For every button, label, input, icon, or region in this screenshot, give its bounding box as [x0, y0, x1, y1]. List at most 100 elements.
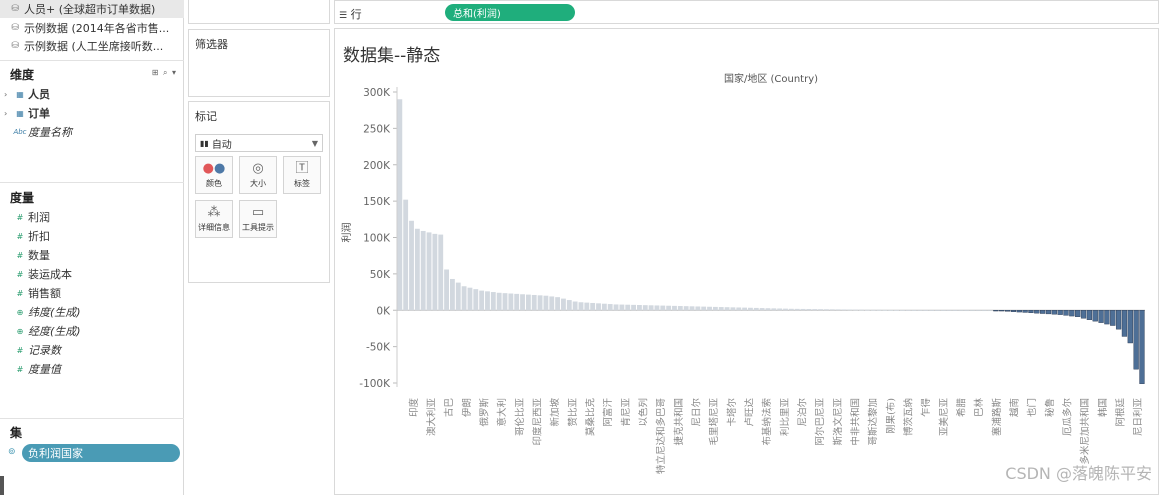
color-label: 颜色: [206, 178, 222, 188]
x-category-label: 卡塔尔: [726, 398, 738, 427]
pages-shelf[interactable]: [188, 0, 330, 24]
field-label: 人员: [28, 88, 50, 101]
bar: [812, 309, 818, 311]
datasource-label: 示例数据 (2014年各省市售...: [24, 22, 170, 35]
bar: [911, 310, 917, 311]
chevron-down-icon: ▼: [311, 138, 318, 148]
measure-field[interactable]: # 利润: [4, 208, 50, 226]
bar: [1075, 310, 1081, 317]
y-tick-label: -100K: [359, 378, 391, 390]
bar: [496, 292, 502, 311]
bar: [449, 278, 455, 311]
measure-field[interactable]: # 数量: [4, 246, 50, 264]
x-category-label: 俄罗斯: [479, 398, 491, 427]
bar: [648, 305, 654, 311]
bar: [829, 309, 835, 311]
bar: [403, 199, 409, 311]
color-button[interactable]: ●● 颜色: [195, 156, 233, 194]
x-category-label: 刚果(布): [885, 398, 897, 434]
measure-field[interactable]: # 记录数: [4, 341, 61, 359]
rows-pill-sum-profit[interactable]: 总和(利润): [445, 4, 575, 21]
rows-icon: ☰: [339, 11, 348, 21]
bar: [771, 308, 777, 311]
measure-field[interactable]: ⊕ 经度(生成): [4, 322, 81, 340]
measure-field[interactable]: # 度量值: [4, 360, 61, 378]
detail-button[interactable]: ⁂ 详细信息: [195, 200, 233, 238]
bar: [596, 303, 601, 311]
x-category-label: 哥伦比亚: [514, 398, 526, 437]
rows-shelf[interactable]: ☰ 行 总和(利润): [334, 0, 1159, 24]
filters-card[interactable]: 筛选器: [188, 29, 330, 97]
bar: [718, 307, 724, 311]
bar: [1063, 310, 1069, 316]
bar: [432, 233, 438, 311]
divider: [0, 418, 184, 419]
bar: [473, 289, 479, 311]
field-label: 装运成本: [28, 268, 72, 281]
watermark: CSDN @落魄陈平安: [1005, 464, 1152, 483]
x-category-label: 新加坡: [549, 398, 561, 427]
rows-shelf-label: ☰ 行: [339, 6, 362, 22]
detail-label: 详细信息: [198, 222, 230, 232]
datasource-icon: ⛁: [11, 23, 19, 33]
bar: [490, 292, 496, 311]
field-label: 销售额: [28, 287, 61, 300]
bar: [543, 295, 549, 311]
x-category-label: 博茨瓦纳: [903, 398, 915, 436]
expand-caret-icon[interactable]: ›: [4, 90, 12, 99]
tooltip-label: 工具提示: [242, 222, 274, 232]
bar: [818, 309, 823, 311]
bar: [859, 309, 864, 311]
x-category-label: 尼日尔: [691, 398, 703, 427]
mark-type-dropdown[interactable]: ▮▮ 自动 ▼: [195, 134, 323, 152]
bar: [566, 300, 572, 311]
dimensions-toolbar-icons[interactable]: ⊞ ⌕ ▾: [152, 68, 177, 78]
x-category-label: 巴林: [973, 398, 985, 418]
dimension-folder-people[interactable]: › ▦ 人员: [4, 85, 50, 103]
bar: [736, 307, 742, 311]
bar: [514, 293, 520, 311]
expand-caret-icon[interactable]: ›: [4, 109, 12, 118]
datasource-item-3[interactable]: ⛁ 示例数据 (人工坐席接听数...: [0, 37, 184, 55]
bar: [788, 308, 794, 311]
bar: [847, 309, 853, 311]
bar: [753, 307, 759, 311]
bar: [666, 305, 672, 311]
dimension-folder-orders[interactable]: › ▦ 订单: [4, 104, 50, 122]
bar: [1086, 310, 1093, 320]
bar: [1051, 310, 1057, 315]
bar: [894, 309, 899, 311]
measure-field[interactable]: # 销售额: [4, 284, 61, 302]
measure-field[interactable]: ⊕ 纬度(生成): [4, 303, 81, 321]
bar: [695, 306, 701, 311]
field-label: 纬度(生成): [28, 306, 81, 319]
datasource-item-2[interactable]: ⛁ 示例数据 (2014年各省市售...: [0, 19, 184, 37]
x-category-label: 卢旺达: [744, 398, 756, 427]
bar: [765, 308, 771, 311]
data-pane: ⛁ 人员+ (全球超市订单数据) ⛁ 示例数据 (2014年各省市售... ⛁ …: [0, 0, 184, 495]
measure-field[interactable]: # 折扣: [4, 227, 50, 245]
set-pill-negative-profit-countries[interactable]: 负利润国家: [22, 444, 180, 462]
bar: [625, 304, 631, 311]
bar: [899, 310, 905, 311]
bar: [823, 309, 829, 311]
dimension-measure-names[interactable]: Abc 度量名称: [4, 123, 72, 141]
datasource-item-1[interactable]: ⛁ 人员+ (全球超市订单数据): [0, 0, 184, 18]
x-category-label: 伊朗: [461, 398, 473, 417]
bar: [882, 309, 888, 311]
datasource-icon: ⛁: [11, 41, 19, 51]
bar: [940, 310, 946, 311]
bar: [525, 294, 531, 311]
bar: [958, 310, 964, 312]
bar: [759, 308, 765, 311]
x-category-label: 尼日利亚: [1132, 398, 1144, 437]
bar: [584, 302, 590, 311]
bar: [561, 298, 566, 311]
x-category-label: 古巴: [443, 398, 455, 417]
bar: [520, 294, 525, 311]
size-button[interactable]: ◎ 大小: [239, 156, 277, 194]
tooltip-button[interactable]: ▭ 工具提示: [239, 200, 277, 238]
label-button[interactable]: 🅃 标签: [283, 156, 321, 194]
measure-field[interactable]: # 装运成本: [4, 265, 72, 283]
field-label: 记录数: [28, 344, 61, 357]
